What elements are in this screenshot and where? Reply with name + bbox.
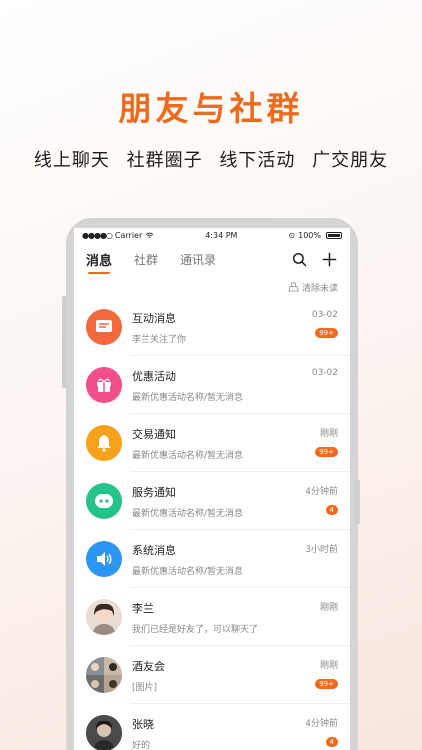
- signal-icon: ●●●●○: [82, 230, 113, 240]
- service-icon: [95, 494, 113, 508]
- bell-icon: [97, 435, 111, 452]
- item-subtitle: 最新优惠活动名称/暂无消息: [132, 392, 244, 403]
- person-photo: [86, 715, 122, 750]
- unread-badge: 4: [325, 505, 338, 515]
- unread-badge: 99+: [315, 679, 338, 689]
- message-list: 互动消息 李兰关注了你 03-02 99+ 优惠活动 最新优惠活动名称/暂无消息…: [74, 298, 350, 750]
- item-title: 李兰: [132, 601, 154, 615]
- search-icon: [292, 252, 306, 266]
- tab-contacts[interactable]: 通讯录: [180, 251, 216, 268]
- system-avatar: [86, 541, 122, 577]
- item-time: 03-02: [311, 368, 338, 378]
- item-subtitle: 最新优惠活动名称/暂无消息: [132, 566, 244, 577]
- user-avatar: [86, 715, 122, 750]
- user-avatar: [86, 599, 122, 635]
- rotation-lock-icon: ⊙: [288, 230, 296, 240]
- item-time: 刚刚: [319, 661, 338, 671]
- tab-messages[interactable]: 消息: [86, 250, 112, 274]
- clear-unread-label: 清除未读: [301, 283, 338, 294]
- service-avatar: [86, 483, 122, 519]
- phone-side-button: [62, 296, 67, 388]
- phone-side-button: [355, 480, 360, 524]
- app-screen: ●●●●○ Carrier 4:34 PM ⊙ 100% 消息 社群 通讯录 清…: [74, 228, 350, 750]
- item-time: 刚刚: [319, 603, 338, 613]
- promo-headline: 朋友与社群: [118, 89, 304, 128]
- clear-unread-button[interactable]: 清除未读: [74, 276, 350, 298]
- plus-icon: [322, 252, 336, 266]
- group-photo: [86, 657, 122, 693]
- promotion-avatar: [86, 367, 122, 403]
- speaker-icon: [97, 552, 112, 566]
- item-time: 4分钟前: [305, 487, 338, 497]
- message-icon: [96, 320, 112, 332]
- interaction-avatar: [86, 309, 122, 345]
- tab-community[interactable]: 社群: [134, 251, 158, 268]
- list-item[interactable]: 系统消息 最新优惠活动名称/暂无消息 3小时前: [74, 530, 350, 588]
- item-time: 4分钟前: [305, 719, 338, 729]
- clock: 4:34 PM: [205, 230, 238, 240]
- transaction-avatar: [86, 425, 122, 461]
- item-time: 03-02: [311, 310, 338, 320]
- list-item[interactable]: 优惠活动 最新优惠活动名称/暂无消息 03-02: [74, 356, 350, 414]
- list-item[interactable]: 交易通知 最新优惠活动名称/暂无消息 刚刚 99+: [74, 414, 350, 472]
- list-item[interactable]: 李兰 我们已经是好友了，可以聊天了 刚刚: [74, 588, 350, 646]
- person-photo: [86, 599, 122, 635]
- item-time: 3小时前: [305, 545, 338, 555]
- group-avatar: [86, 657, 122, 693]
- unread-badge: 4: [325, 737, 338, 747]
- battery-icon: [325, 231, 342, 239]
- gift-icon: [97, 378, 111, 392]
- item-time: 刚刚: [319, 429, 338, 439]
- status-bar: ●●●●○ Carrier 4:34 PM ⊙ 100%: [74, 228, 350, 242]
- list-item[interactable]: 酒友会 [图片] 刚刚 99+: [74, 646, 350, 704]
- search-button[interactable]: [290, 250, 308, 268]
- tab-bar: 消息 社群 通讯录: [74, 242, 350, 276]
- carrier-label: Carrier: [114, 230, 143, 240]
- promo-subline: 线上聊天 社群圈子 线下活动 广交朋友: [33, 150, 389, 171]
- list-item[interactable]: 服务通知 最新优惠活动名称/暂无消息 4分钟前 4: [74, 472, 350, 530]
- battery-percent: 100%: [298, 230, 321, 240]
- wifi-icon: [145, 232, 154, 238]
- list-item[interactable]: 张晓 好的 4分钟前 4: [74, 704, 350, 750]
- item-subtitle: 我们已经是好友了，可以聊天了: [132, 624, 259, 635]
- broom-icon: [288, 282, 299, 292]
- unread-badge: 99+: [315, 328, 338, 338]
- add-button[interactable]: [320, 250, 338, 268]
- list-item[interactable]: 互动消息 李兰关注了你 03-02 99+: [74, 298, 350, 356]
- unread-badge: 99+: [315, 447, 338, 457]
